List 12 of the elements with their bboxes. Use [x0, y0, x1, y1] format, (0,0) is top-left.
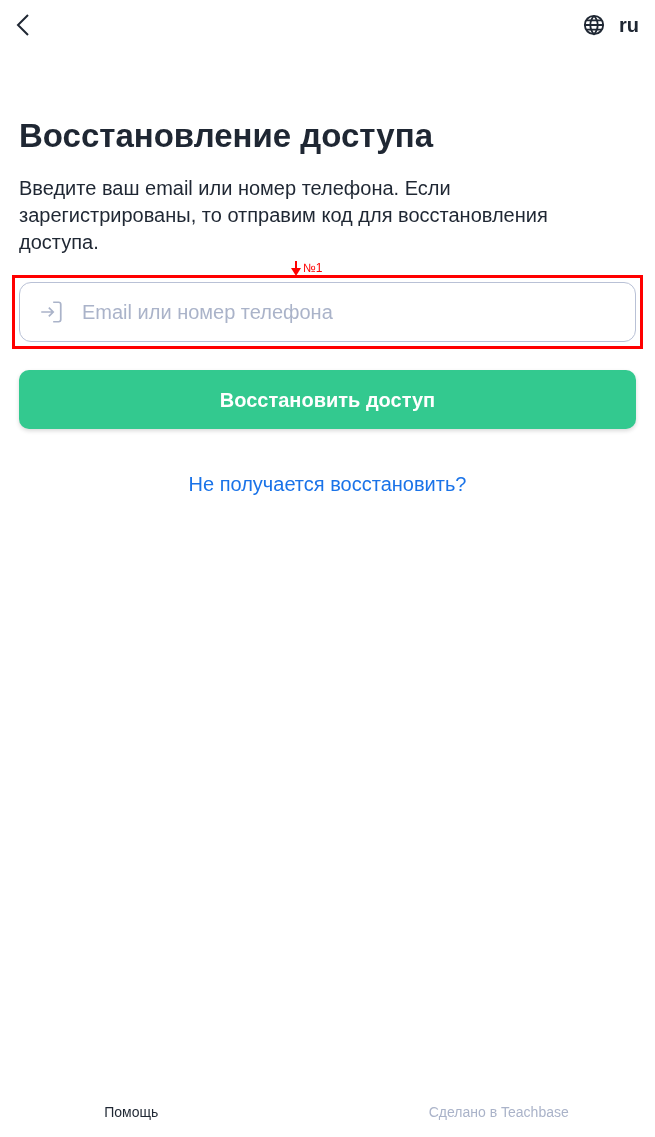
annotation-label: №1 [303, 261, 323, 275]
cannot-restore-link[interactable]: Не получается восстановить? [188, 469, 467, 499]
description-text: Введите ваш email или номер телефона. Если зарегистрированы, то отправим код для восстановления доступа. [19, 176, 549, 255]
language-button[interactable]: ru [583, 10, 639, 40]
back-icon [16, 14, 30, 36]
login-input[interactable]: Email или номер телефона [82, 297, 617, 327]
made-with-text: Сделано в Teachbase [427, 1103, 570, 1122]
help-link[interactable]: Помощь [56, 1102, 207, 1123]
sign-in-icon [38, 299, 64, 325]
login-field[interactable]: Email или номер телефона [19, 282, 636, 342]
globe-icon [583, 14, 605, 36]
page-title: Восстановление доступа [19, 116, 435, 156]
